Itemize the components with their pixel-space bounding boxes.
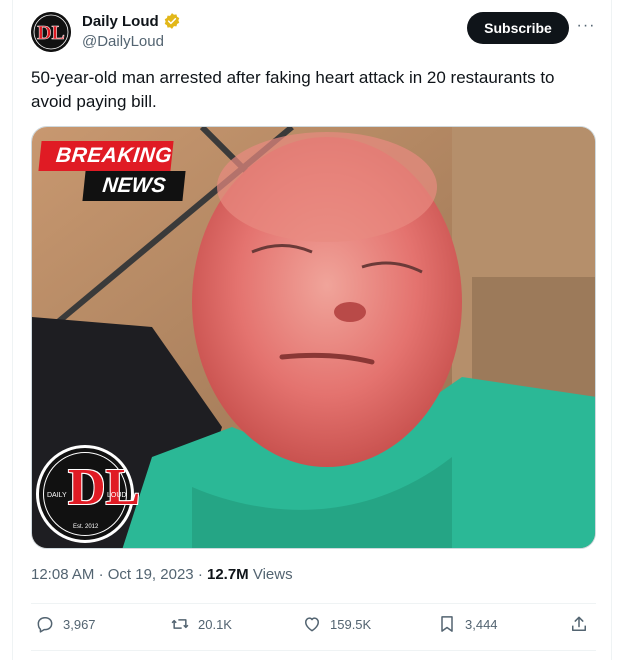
svg-text:DL: DL: [37, 22, 65, 44]
logo-text-left: DAILY: [47, 492, 67, 499]
breaking-label: BREAKING: [38, 141, 174, 171]
like-count: 159.5K: [330, 616, 372, 632]
logo-mark: DL: [68, 459, 141, 516]
views-count: 12.7M: [206, 566, 249, 583]
meta-separator-2: ·: [197, 566, 203, 583]
share-button[interactable]: [569, 614, 589, 634]
news-label: NEWS: [82, 171, 186, 201]
daily-loud-avatar-icon: DL: [31, 12, 71, 52]
repost-count: 20.1K: [198, 616, 232, 632]
author-name-row: Daily Loud: [82, 12, 181, 30]
subscribe-button[interactable]: Subscribe: [467, 12, 569, 44]
share-icon: [572, 616, 586, 631]
avatar[interactable]: DL: [31, 12, 71, 52]
tweet-date[interactable]: Oct 19, 2023: [108, 566, 194, 583]
repost-button[interactable]: 20.1K: [170, 614, 232, 634]
repost-icon: [171, 619, 189, 629]
tweet-actions: 3,967 20.1K 159.5K 3,444: [31, 604, 596, 648]
tweet-media-image[interactable]: BREAKING NEWS DL DAILY LOUD Est. 2012: [31, 126, 596, 549]
bookmark-icon: [441, 616, 453, 632]
tweet-time[interactable]: 12:08 AM: [31, 566, 94, 583]
heart-icon: [305, 617, 319, 632]
bookmark-count: 3,444: [465, 616, 498, 632]
author-handle[interactable]: @DailyLoud: [82, 33, 164, 50]
tweet-text: 50-year-old man arrested after faking he…: [31, 68, 555, 111]
reply-count: 3,967: [63, 616, 96, 632]
more-options-icon[interactable]: ···: [574, 14, 598, 38]
bookmark-button[interactable]: 3,444: [437, 614, 498, 634]
reply-button[interactable]: 3,967: [35, 614, 96, 634]
breaking-news-badge: BREAKING NEWS: [38, 141, 186, 201]
views-label: Views: [252, 566, 293, 583]
tweet-meta: 12:08 AM · Oct 19, 2023 · 12.7M Views: [31, 566, 293, 583]
author-display-name[interactable]: Daily Loud: [82, 13, 159, 30]
reply-icon: [37, 617, 53, 633]
like-button[interactable]: 159.5K: [302, 614, 371, 634]
logo-text-right: LOUD: [107, 492, 127, 499]
meta-separator: ·: [98, 566, 104, 583]
daily-loud-logo: DL DAILY LOUD Est. 2012: [36, 445, 140, 543]
logo-established: Est. 2012: [73, 524, 99, 530]
verified-badge-icon: [164, 13, 179, 29]
divider-bottom: [31, 650, 596, 651]
